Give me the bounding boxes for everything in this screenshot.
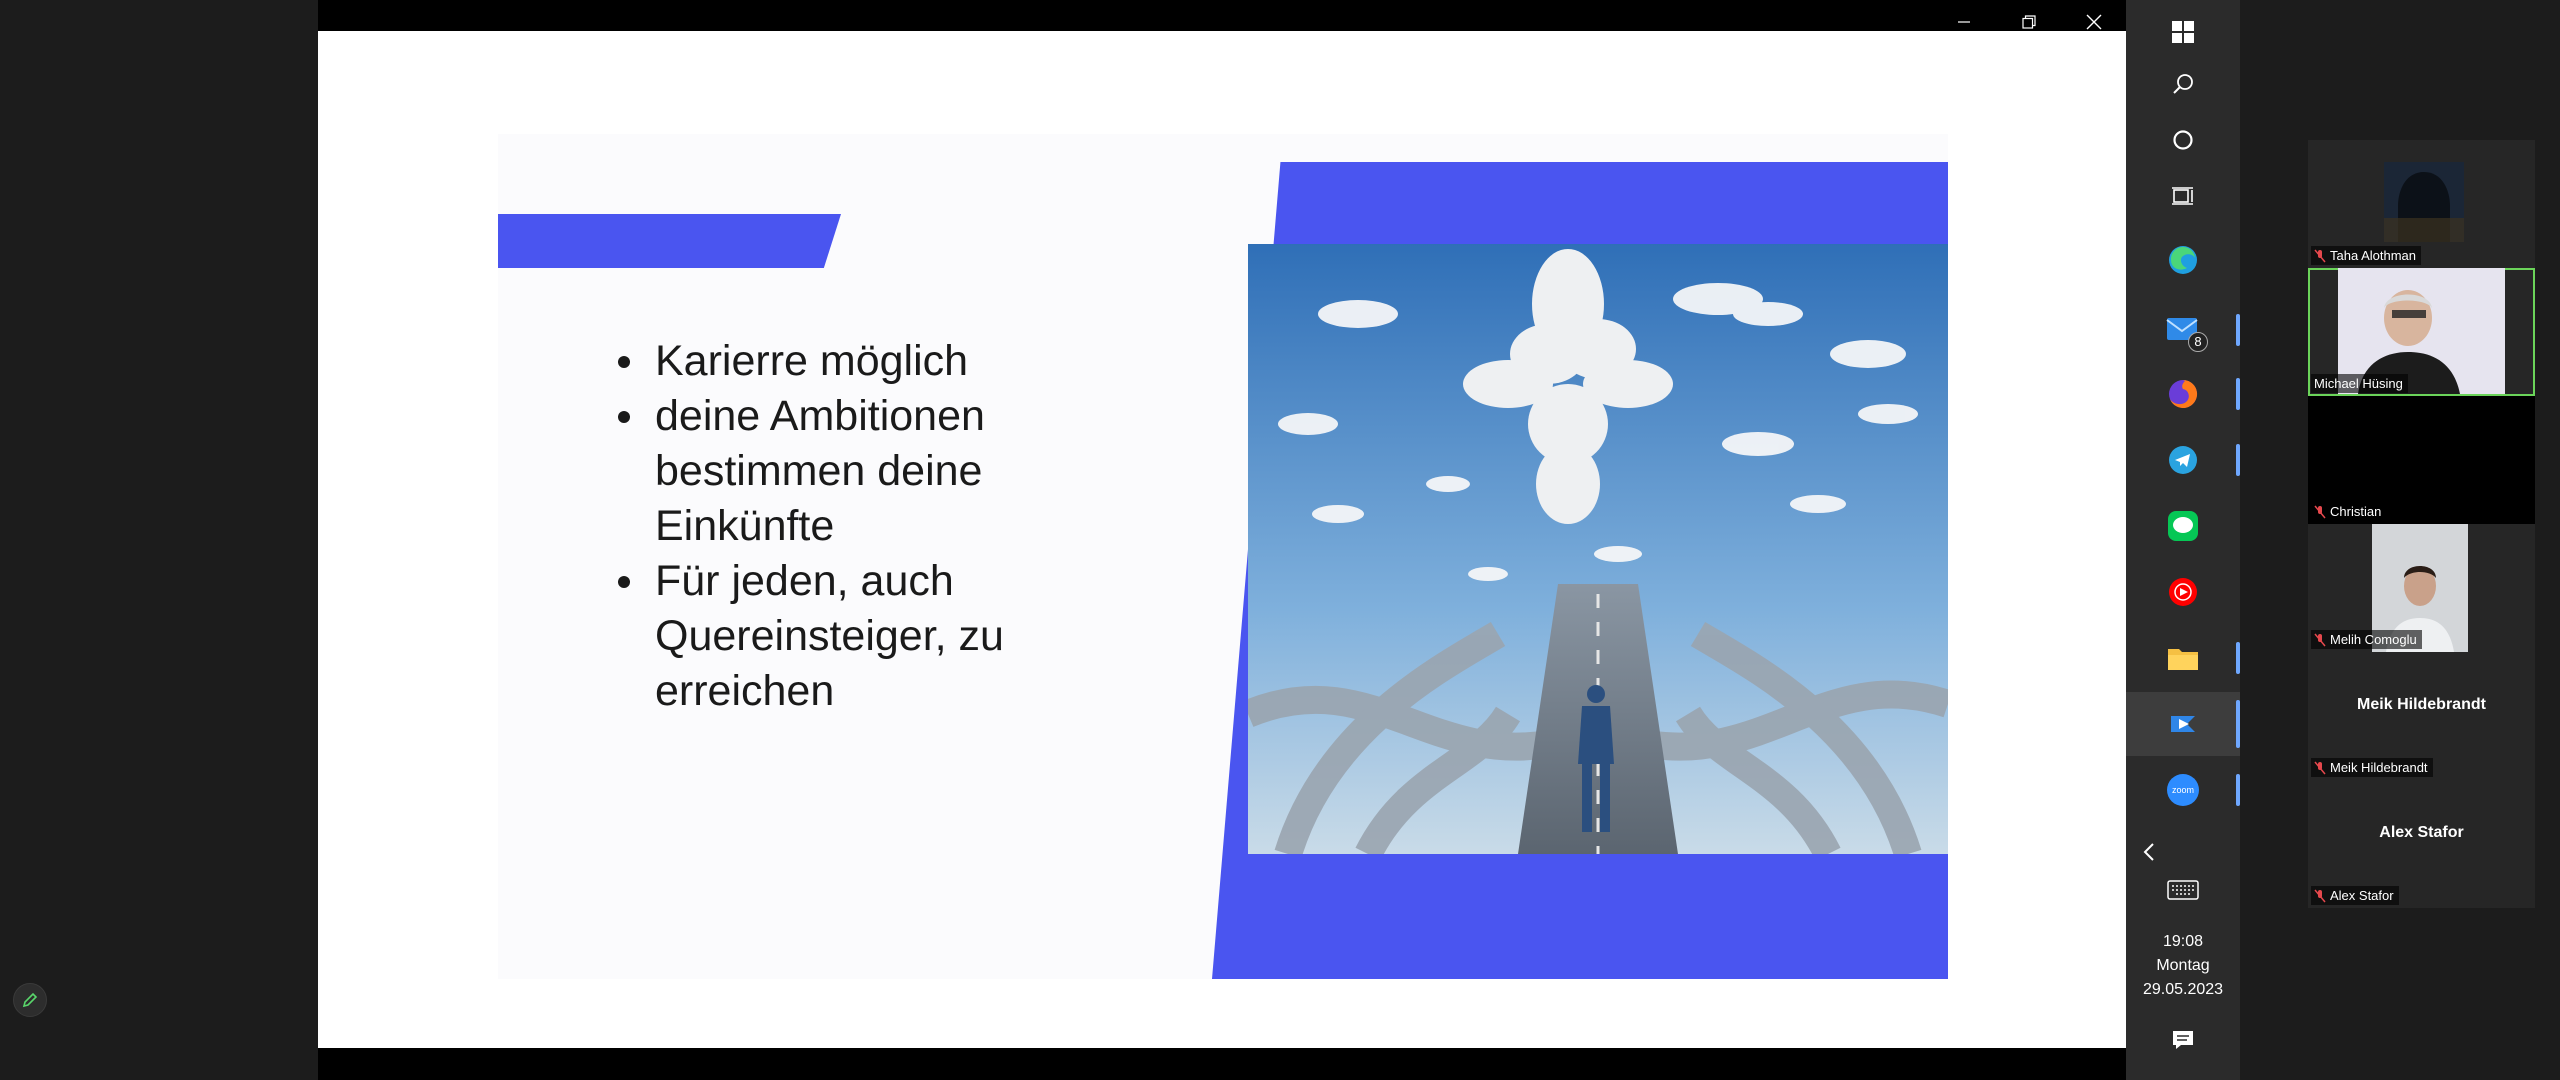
taskbar-file-explorer[interactable]	[2126, 626, 2240, 690]
participant-name-tag: Alex Stafor	[2311, 886, 2399, 905]
edge-icon	[2169, 246, 2197, 274]
participant-name-tag: Christian	[2311, 502, 2387, 521]
pencil-icon	[22, 992, 38, 1008]
muted-mic-icon	[2314, 505, 2326, 518]
taskbar-firefox[interactable]	[2126, 362, 2240, 426]
task-view-button[interactable]	[2126, 164, 2240, 228]
taskbar-zoom[interactable]: zoom	[2126, 758, 2240, 822]
participant-list: Taha Alothman Michael Hüsing Christian M…	[2308, 140, 2535, 908]
participant-video	[2384, 162, 2464, 242]
participant-tile[interactable]: Meik Hildebrandt Meik Hildebrandt	[2308, 652, 2535, 780]
taskbar-youtube-music[interactable]	[2126, 560, 2240, 624]
power-automate-icon	[2171, 716, 2195, 732]
participant-tile[interactable]: Taha Alothman	[2308, 140, 2535, 268]
participant-tile[interactable]: Christian	[2308, 396, 2535, 524]
minimize-icon	[1957, 21, 1970, 23]
clock-date: 29.05.2023	[2142, 981, 2224, 998]
bullet-item: Karierre möglich	[613, 334, 1073, 389]
participant-name-tag: Melih Comoglu	[2311, 630, 2422, 649]
mail-badge: 8	[2188, 332, 2208, 352]
participant-tile[interactable]: Melih Comoglu	[2308, 524, 2535, 652]
window-titlebar	[318, 0, 2126, 31]
bullet-list: Karierre möglich deine Ambitionen bestim…	[613, 334, 1073, 719]
left-panel	[0, 0, 318, 1080]
task-view-icon	[2172, 187, 2193, 205]
annotate-button[interactable]	[13, 983, 47, 1017]
taskbar-power-automate[interactable]	[2126, 692, 2240, 756]
telegram-icon	[2169, 446, 2197, 474]
cortana-icon	[2173, 130, 2193, 150]
close-icon	[2086, 14, 2101, 30]
participants-panel: Taha Alothman Michael Hüsing Christian M…	[2240, 0, 2560, 1080]
shared-screen: Karierre möglich deine Ambitionen bestim…	[318, 0, 2126, 1080]
participant-display-name: Alex Stafor	[2379, 824, 2464, 841]
touch-keyboard-button[interactable]	[2126, 860, 2240, 920]
notifications-button[interactable]	[2126, 1018, 2240, 1062]
search-button[interactable]	[2126, 52, 2240, 116]
participant-name: Taha Alothman	[2330, 248, 2417, 263]
muted-mic-icon	[2314, 761, 2326, 774]
participant-name-tag: Meik Hildebrandt	[2311, 758, 2433, 777]
firefox-icon	[2169, 379, 2198, 408]
participant-name: Alex Stafor	[2330, 888, 2394, 903]
line-app-icon	[2168, 511, 2198, 541]
system-clock[interactable]: 19:08 Montag 29.05.2023	[2126, 930, 2240, 1002]
cortana-button[interactable]	[2126, 108, 2240, 172]
participant-name: Michael Hüsing	[2314, 376, 2403, 391]
sky-road-image	[1248, 244, 1948, 854]
participant-name: Meik Hildebrandt	[2330, 760, 2428, 775]
bullet-item: deine Ambitionen bestimmen deine Einkünf…	[613, 389, 1073, 554]
muted-mic-icon	[2314, 889, 2326, 902]
restore-icon	[2021, 15, 2036, 29]
windows-taskbar: 8 zoom 19:08 Montag 29.05.2023	[2126, 0, 2240, 1080]
clock-time: 19:08	[2162, 933, 2204, 950]
windows-logo-icon	[2172, 21, 2194, 43]
bullet-item: Für jeden, auch Quereinsteiger, zu errei…	[613, 554, 1073, 719]
slide-content: Karierre möglich deine Ambitionen bestim…	[498, 134, 1948, 979]
muted-mic-icon	[2314, 249, 2326, 262]
slide-accent-bar	[498, 214, 841, 268]
taskbar-telegram[interactable]	[2126, 428, 2240, 492]
clock-day: Montag	[2156, 957, 2210, 974]
participant-name-tag: Taha Alothman	[2311, 246, 2422, 265]
muted-mic-icon	[2314, 633, 2326, 646]
participant-name: Christian	[2330, 504, 2382, 519]
zoom-icon: zoom	[2167, 774, 2199, 806]
presentation-slide: Karierre möglich deine Ambitionen bestim…	[318, 31, 2126, 1048]
taskbar-mail[interactable]: 8	[2126, 298, 2240, 362]
participant-name-tag: Michael Hüsing	[2311, 374, 2408, 393]
search-icon	[2173, 74, 2193, 94]
participant-tile[interactable]: Michael Hüsing	[2308, 268, 2535, 396]
notification-icon	[2173, 1031, 2193, 1049]
youtube-music-icon	[2169, 578, 2197, 606]
participant-display-name: Meik Hildebrandt	[2357, 696, 2486, 713]
zoom-icon-label: zoom	[2171, 785, 2194, 795]
participant-tile[interactable]: Alex Stafor Alex Stafor	[2308, 780, 2535, 908]
folder-icon	[2168, 649, 2198, 670]
chevron-left-icon	[2143, 843, 2154, 861]
participant-name: Melih Comoglu	[2330, 632, 2417, 647]
keyboard-icon	[2167, 880, 2199, 900]
taskbar-line[interactable]	[2126, 494, 2240, 558]
taskbar-edge[interactable]	[2126, 228, 2240, 292]
